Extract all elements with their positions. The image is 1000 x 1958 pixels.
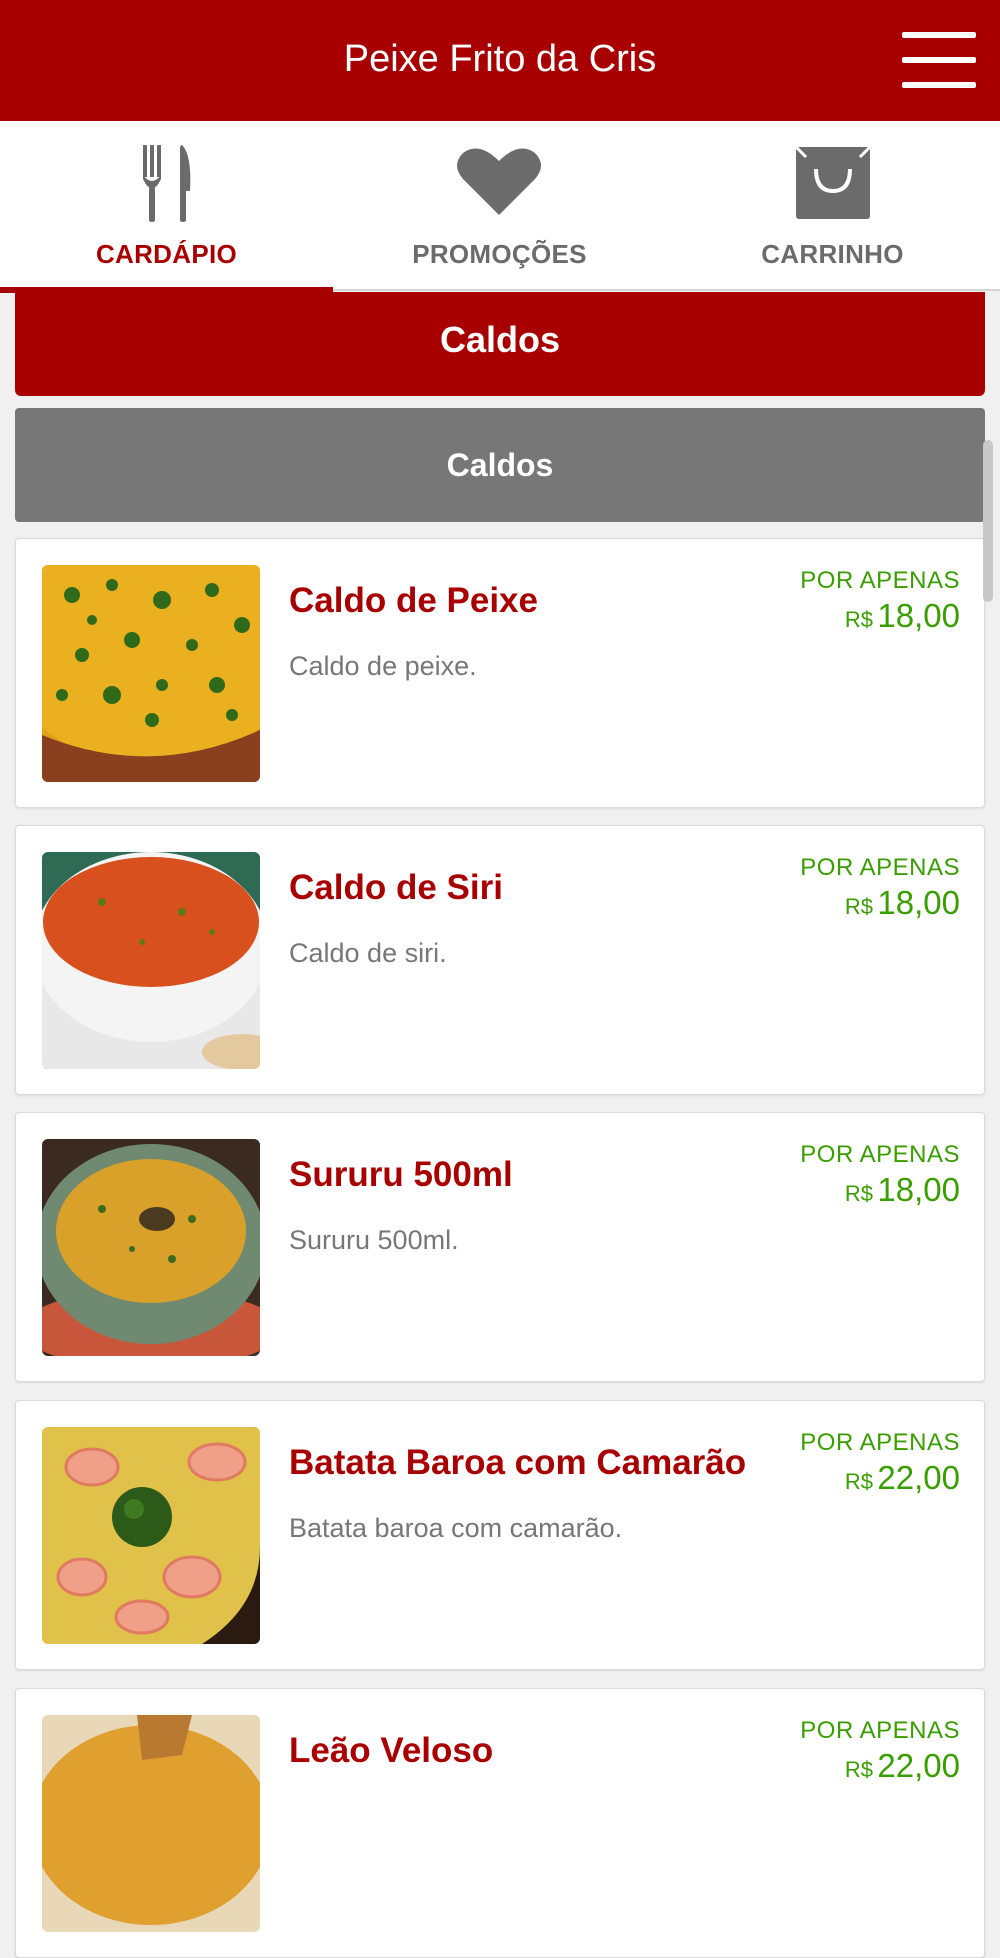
item-name: Caldo de Peixe [289, 581, 538, 620]
price-amount: 22,00 [877, 1459, 960, 1496]
price-currency: R$ [844, 607, 873, 632]
food-image [42, 1139, 260, 1356]
item-price: POR APENAS R$ 18,00 [800, 1141, 960, 1209]
price-currency: R$ [844, 1757, 873, 1782]
item-name: Sururu 500ml [289, 1155, 513, 1194]
tab-promocoes[interactable]: PROMOÇÕES [333, 121, 666, 287]
menu-item-card[interactable]: Batata Baroa com Camarão Batata baroa co… [15, 1400, 985, 1670]
tab-label: CARRINHO [761, 239, 904, 269]
menu-item-card[interactable]: Caldo de Siri Caldo de siri. POR APENAS … [15, 825, 985, 1095]
item-name: Caldo de Siri [289, 868, 503, 907]
item-name: Leão Veloso [289, 1731, 494, 1770]
tab-label: PROMOÇÕES [412, 239, 587, 269]
item-price: POR APENAS R$ 22,00 [800, 1429, 960, 1497]
price-currency: R$ [844, 1181, 873, 1206]
item-description: Sururu 500ml. [289, 1225, 459, 1255]
subsection-header[interactable]: Caldos [15, 408, 985, 522]
price-label: POR APENAS [800, 567, 960, 594]
item-description: Caldo de siri. [289, 938, 447, 968]
price-amount: 18,00 [877, 597, 960, 634]
price-currency: R$ [844, 1469, 873, 1494]
price-label: POR APENAS [800, 1429, 960, 1456]
item-price: POR APENAS R$ 18,00 [800, 567, 960, 635]
price-amount: 18,00 [877, 1171, 960, 1208]
price-currency: R$ [844, 894, 873, 919]
tab-bar: CARDÁPIO PROMOÇÕES CARRINHO [0, 121, 1000, 293]
item-name: Batata Baroa com Camarão [289, 1443, 747, 1482]
item-price: POR APENAS R$ 22,00 [800, 1717, 960, 1785]
app-title: Peixe Frito da Cris [343, 38, 657, 80]
item-description: Caldo de peixe. [289, 651, 477, 681]
scrollbar[interactable] [983, 440, 993, 602]
price-amount: 22,00 [877, 1747, 960, 1784]
menu-item-card[interactable]: Caldo de Peixe Caldo de peixe. POR APENA… [15, 538, 985, 808]
food-image [42, 852, 260, 1069]
app-header: Peixe Frito da Cris [0, 0, 1000, 121]
heart-icon [457, 148, 541, 215]
shopping-bag-icon [794, 145, 872, 219]
tab-label: CARDÁPIO [95, 239, 238, 269]
price-label: POR APENAS [800, 1717, 960, 1744]
price-amount: 18,00 [877, 884, 960, 921]
price-label: POR APENAS [800, 854, 960, 881]
hamburger-menu-icon[interactable] [902, 32, 976, 88]
menu-item-card[interactable]: Sururu 500ml Sururu 500ml. POR APENAS R$… [15, 1112, 985, 1382]
tab-carrinho[interactable]: CARRINHO [666, 121, 999, 287]
food-image [42, 1715, 260, 1932]
food-image [42, 565, 260, 782]
tab-cardapio[interactable]: CARDÁPIO [0, 121, 333, 293]
item-description: Batata baroa com camarão. [289, 1513, 623, 1543]
price-label: POR APENAS [800, 1141, 960, 1168]
section-banner: Caldos [15, 292, 985, 396]
fork-knife-icon [143, 145, 191, 222]
item-price: POR APENAS R$ 18,00 [800, 854, 960, 922]
menu-item-card[interactable]: Leão Veloso POR APENAS R$ 22,00 [15, 1688, 985, 1958]
food-image [42, 1427, 260, 1644]
